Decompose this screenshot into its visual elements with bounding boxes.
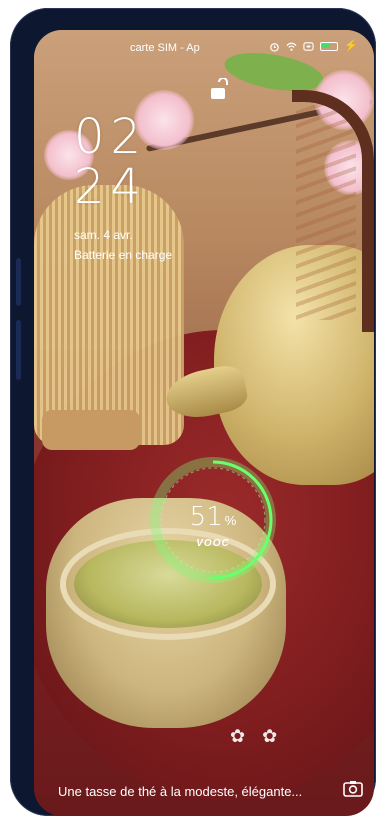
battery-percent: 51% [148, 502, 278, 532]
signal-icon [303, 42, 314, 51]
clock-minutes: 24 [74, 159, 148, 215]
wallpaper-petals: ✿ ✿ [230, 726, 284, 746]
clock: 02 24 [74, 112, 147, 212]
wifi-icon [286, 42, 297, 51]
battery-icon [320, 42, 339, 51]
clock-hours: 02 [74, 109, 148, 165]
battery-percent-value: 51 [189, 502, 223, 532]
volume-button [16, 258, 21, 306]
camera-icon[interactable] [342, 778, 364, 800]
charging-bolt-icon: ⚡ [344, 40, 358, 52]
wallpaper-teapot-handle [292, 90, 374, 332]
alarm-icon [270, 43, 280, 52]
status-icons: ⚡ [269, 41, 358, 52]
carrier-label: carte SIM - Ap [130, 42, 200, 54]
phone-frame: ✿ ✿ carte SIM - Ap ⚡ 02 24 sam. 4 avr. B… [10, 8, 376, 816]
power-button [16, 320, 21, 380]
wallpaper-whisk-base [42, 410, 140, 450]
unlock-icon[interactable] [208, 78, 230, 102]
status-bar: carte SIM - Ap ⚡ [34, 40, 374, 60]
wallpaper-whisk [34, 185, 184, 445]
battery-percent-sign: % [224, 513, 237, 528]
date-label: sam. 4 avr. [74, 228, 133, 242]
lock-screen: ✿ ✿ carte SIM - Ap ⚡ 02 24 sam. 4 avr. B… [34, 30, 374, 816]
charging-status-label: Batterie en charge [74, 248, 173, 262]
wallpaper-caption[interactable]: Une tasse de thé à la modeste, élégante.… [58, 784, 318, 799]
vooc-badge: VOOC [196, 538, 230, 549]
